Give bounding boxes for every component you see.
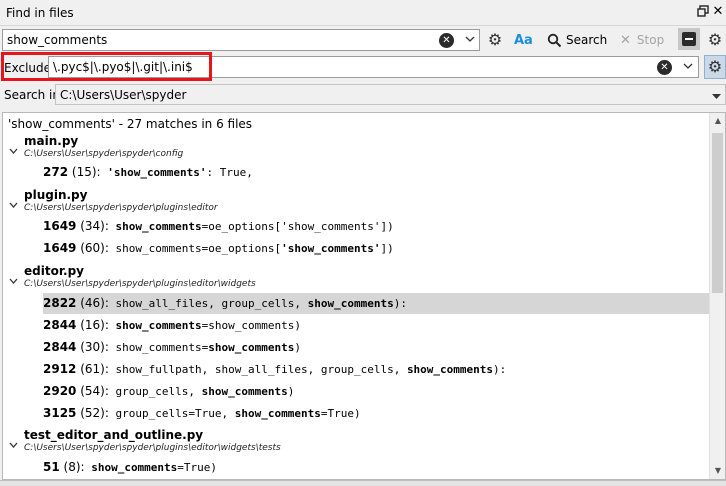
close-icon[interactable]: ✕: [711, 5, 725, 19]
search-button-label: Search: [566, 33, 608, 47]
chevron-down-icon[interactable]: [680, 59, 696, 75]
gear-icon: ⚙: [707, 30, 723, 49]
search-row: show_comments ✕ ⚙ Aa Search ✕ Stop ⚙: [0, 28, 726, 52]
result-match-row[interactable]: 1649 (34): show_comments=oe_options['sho…: [43, 216, 711, 237]
case-sensitive-button[interactable]: Aa: [514, 29, 533, 51]
clear-exclude-icon[interactable]: ✕: [657, 60, 672, 75]
exclude-input[interactable]: \.pyc$|\.pyo$|\.git|\.ini$: [53, 60, 193, 74]
result-file-name[interactable]: editor.py: [24, 264, 84, 278]
collapse-chevron-icon[interactable]: [9, 440, 18, 451]
search-in-dropdown[interactable]: C:\Users\User\spyder: [55, 84, 726, 105]
collapse-chevron-icon[interactable]: [9, 276, 18, 287]
chevron-down-icon[interactable]: [462, 32, 478, 48]
result-match-row-selected[interactable]: 2822 (46): show_all_files, group_cells, …: [43, 293, 711, 314]
gear-icon: ⚙: [707, 57, 723, 76]
exclude-regex-button[interactable]: ⚙: [704, 55, 726, 79]
toggle-options-button[interactable]: [678, 28, 700, 50]
gear-icon: ⚙: [487, 30, 503, 49]
exclude-row: Exclude: \.pyc$|\.pyo$|\.git|\.ini$ ✕ ⚙: [0, 55, 726, 79]
result-file-path: C:\Users\User\spyder\spyder\config: [24, 149, 184, 159]
search-in-row: Search in: C:\Users\User\spyder: [0, 84, 726, 106]
result-match-row[interactable]: 272 (15): 'show_comments': True,: [43, 162, 711, 183]
results-panel[interactable]: 'show_comments' - 27 matches in 6 files …: [2, 112, 726, 480]
result-match-row[interactable]: 2912 (61): show_fullpath, show_all_files…: [43, 359, 711, 380]
collapse-chevron-icon[interactable]: [9, 146, 18, 157]
search-in-value: C:\Users\User\spyder: [60, 88, 187, 102]
stop-button[interactable]: ✕ Stop: [620, 29, 664, 51]
stop-icon: ✕: [620, 32, 631, 48]
clear-search-icon[interactable]: ✕: [439, 33, 454, 48]
minus-box-icon: [682, 32, 696, 46]
result-file-path: C:\Users\User\spyder\spyder\plugins\edit…: [24, 279, 256, 289]
scroll-down-icon[interactable]: ▼: [710, 463, 725, 479]
result-match-row[interactable]: 2844 (30): show_comments=show_comments): [43, 337, 711, 358]
bottom-tab-strip: [0, 480, 726, 486]
scroll-up-icon[interactable]: ▲: [710, 113, 725, 129]
pane-options-button[interactable]: ⚙: [707, 29, 723, 51]
pane-titlebar: Find in files ✕: [0, 0, 726, 26]
search-combobox[interactable]: show_comments ✕: [2, 29, 480, 51]
result-match-row[interactable]: 51 (8): show_comments=True): [43, 457, 711, 478]
exclude-combobox[interactable]: \.pyc$|\.pyo$|\.git|\.ini$ ✕: [48, 56, 699, 78]
pane-title: Find in files: [6, 6, 74, 20]
stop-button-label: Stop: [636, 33, 665, 47]
collapse-chevron-icon[interactable]: [9, 200, 18, 211]
result-file-name[interactable]: main.py: [24, 134, 78, 148]
search-input[interactable]: show_comments: [7, 33, 107, 47]
result-file-path: C:\Users\User\spyder\spyder\plugins\edit…: [24, 203, 218, 213]
result-file-name[interactable]: plugin.py: [24, 188, 87, 202]
result-match-row[interactable]: 2844 (16): show_comments=show_comments): [43, 315, 711, 336]
scrollbar-thumb[interactable]: [712, 133, 723, 293]
result-file-path: C:\Users\User\spyder\spyder\plugins\edit…: [24, 443, 281, 453]
result-file-name[interactable]: test_editor_and_outline.py: [24, 428, 203, 442]
undock-icon[interactable]: [696, 5, 710, 19]
chevron-down-icon: [712, 89, 721, 103]
result-match-row[interactable]: 1649 (60): show_comments=oe_options['sho…: [43, 238, 711, 259]
search-button[interactable]: Search: [547, 29, 607, 51]
results-summary: 'show_comments' - 27 matches in 6 files: [8, 117, 253, 131]
case-sensitive-icon: Aa: [514, 32, 533, 48]
magnifier-icon: [547, 33, 562, 47]
results-scrollbar[interactable]: ▲ ▼: [709, 113, 725, 479]
search-options-button[interactable]: ⚙: [486, 29, 504, 51]
result-match-row[interactable]: 3125 (52): group_cells=True, show_commen…: [43, 403, 711, 424]
result-match-row[interactable]: 2920 (54): group_cells, show_comments): [43, 381, 711, 402]
